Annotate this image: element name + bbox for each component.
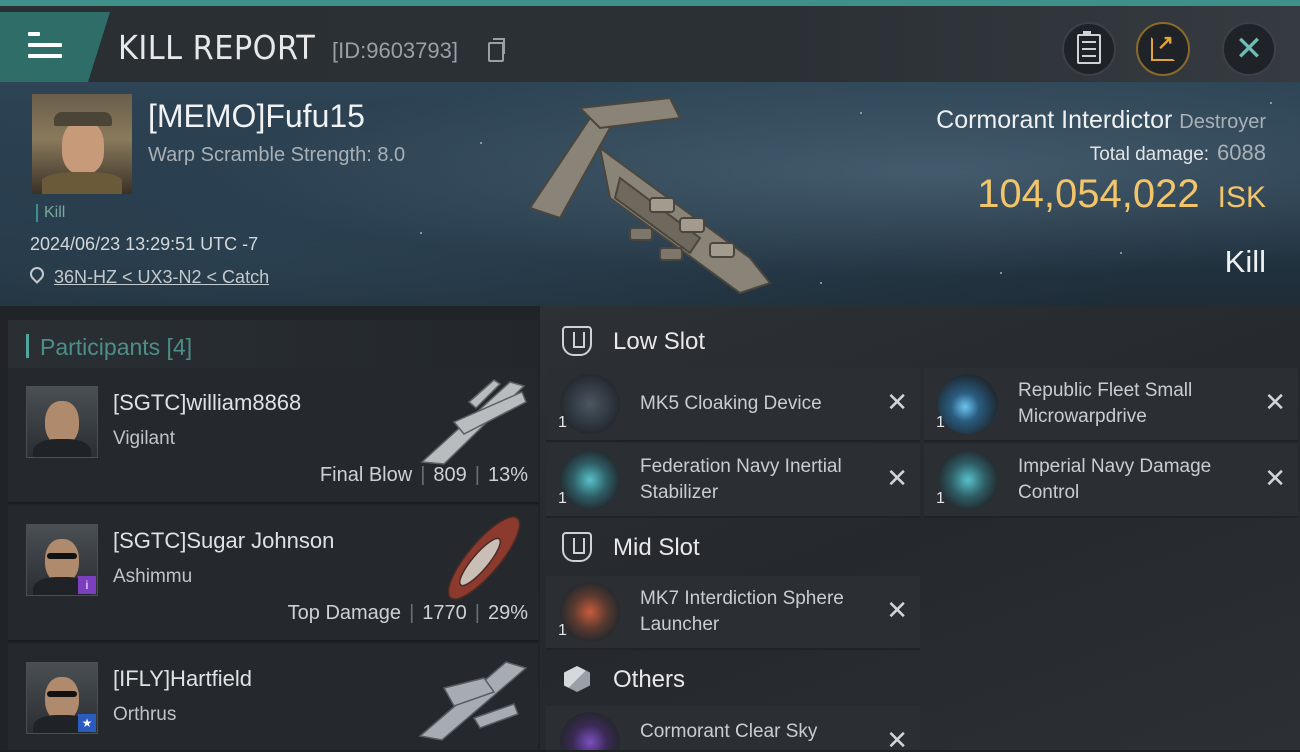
participant-stat-label: Top Damage: [287, 602, 402, 624]
module-close-icon[interactable]: ✕: [886, 388, 908, 418]
module-item[interactable]: 1 Imperial Navy Damage Control ✕: [924, 444, 1298, 518]
module-quantity: 1: [558, 490, 567, 507]
victim-name[interactable]: [MEMO]Fufu15: [148, 98, 365, 135]
module-name: MK7 Interdiction Sphere Launcher: [640, 588, 844, 635]
module-close-icon[interactable]: ✕: [886, 596, 908, 626]
ship-skin-icon: [560, 712, 620, 750]
participant-ship: Orthrus: [113, 704, 177, 725]
isk-value: 104,054,022 ISK: [977, 172, 1266, 217]
module-quantity: 1: [936, 414, 945, 431]
participant-row[interactable]: ★ [IFLY]Hartfield Orthrus: [8, 644, 538, 750]
participant-row[interactable]: i [SGTC]Sugar Johnson Ashimmu Top Damage…: [8, 506, 538, 642]
total-damage-label: Total damage:: [1089, 144, 1210, 165]
page-title: KILL REPORT: [118, 28, 316, 67]
participant-name[interactable]: [SGTC]Sugar Johnson: [113, 528, 334, 554]
result-label: Kill: [1224, 244, 1266, 279]
isk-unit: ISK: [1217, 181, 1266, 214]
participant-stats: Final Blow | 809 | 13%: [319, 464, 528, 486]
participant-stat-label: Final Blow: [319, 464, 413, 486]
participant-ship-image: [420, 379, 527, 465]
participant-name[interactable]: [SGTC]william8868: [113, 390, 301, 416]
participant-percent: 13%: [487, 464, 528, 486]
low-slot-icon: [562, 326, 592, 356]
cloaking-device-icon: [560, 374, 620, 434]
module-close-icon[interactable]: ✕: [1264, 464, 1286, 494]
module-close-icon[interactable]: ✕: [886, 726, 908, 750]
victim-ship: Cormorant Interdictor Destroyer: [936, 106, 1266, 135]
hamburger-menu-icon: [28, 32, 62, 65]
module-item[interactable]: Cormorant Clear Sky ✕: [546, 706, 920, 752]
module-name: Imperial Navy Damage Control: [1018, 456, 1212, 503]
module-item[interactable]: 1 MK5 Cloaking Device ✕: [546, 368, 920, 442]
participants-heading: Participants [4]: [40, 334, 193, 360]
star-badge: ★: [78, 714, 96, 732]
victim-ship-class: Destroyer: [1179, 111, 1266, 133]
mid-slot-header: Mid Slot: [546, 520, 920, 576]
menu-button[interactable]: [0, 12, 110, 82]
cube-icon: [564, 666, 590, 692]
location-pin-icon: [27, 264, 47, 284]
inertial-stabilizer-icon: [560, 450, 620, 510]
participant-ship-image: [418, 661, 528, 741]
mid-slot-label: Mid Slot: [613, 534, 700, 561]
participant-ship-image: [447, 516, 521, 600]
low-slot-header: Low Slot: [546, 314, 920, 370]
participant-percent: 29%: [487, 602, 528, 624]
module-item[interactable]: 1 Federation Navy Inertial Stabilizer ✕: [546, 444, 920, 518]
report-id: [ID:9603793]: [332, 38, 458, 63]
others-label: Others: [613, 666, 686, 693]
module-quantity: 1: [558, 622, 567, 639]
victim-ship-image: [528, 96, 772, 295]
participant-ship: Ashimmu: [113, 566, 193, 587]
victim-avatar[interactable]: [32, 94, 132, 194]
clipboard-icon: [1077, 31, 1101, 64]
close-button[interactable]: ✕: [1222, 22, 1276, 76]
module-quantity: 1: [936, 490, 945, 507]
module-name: Cormorant Clear Sky: [640, 721, 818, 742]
participants-panel: Participants [4] [SGTC]william8868 Vigil…: [0, 306, 540, 750]
participant-name[interactable]: [IFLY]Hartfield: [113, 666, 252, 692]
total-damage: Total damage: 6088: [1090, 140, 1266, 166]
participant-avatar[interactable]: [26, 386, 98, 458]
low-slot-label: Low Slot: [613, 328, 706, 355]
module-close-icon[interactable]: ✕: [886, 464, 908, 494]
participant-ship: Vigilant: [113, 428, 175, 449]
victim-detail: Warp Scramble Strength: 8.0: [148, 144, 406, 166]
victim-ship-name: Cormorant Interdictor: [936, 106, 1173, 134]
clipboard-button[interactable]: [1062, 22, 1116, 76]
module-name: MK5 Cloaking Device: [640, 393, 822, 414]
participant-row[interactable]: [SGTC]william8868 Vigilant Final Blow | 80…: [8, 368, 538, 504]
share-icon: [1151, 30, 1175, 61]
kill-datetime: 2024/06/23 13:29:51 UTC -7: [30, 234, 259, 254]
others-header: Others: [546, 652, 920, 708]
location-link[interactable]: 36N-HZ < UX3-N2 < Catch: [54, 267, 269, 287]
interdiction-launcher-icon: [560, 582, 620, 642]
kill-tag: Kill: [36, 204, 65, 222]
kill-location[interactable]: 36N-HZ < UX3-N2 < Catch: [27, 264, 269, 288]
mid-slot-icon: [562, 532, 592, 562]
participant-damage: 809: [433, 464, 467, 486]
damage-control-icon: [938, 450, 998, 510]
module-quantity: 1: [558, 414, 567, 431]
microwarpdrive-icon: [938, 374, 998, 434]
total-damage-value: 6088: [1217, 140, 1266, 165]
participant-stats: Top Damage | 1770 | 29%: [287, 602, 528, 624]
module-item[interactable]: 1 Republic Fleet Small Microwarpdrive ✕: [924, 368, 1298, 442]
isk-amount: 104,054,022: [977, 172, 1200, 216]
close-icon: ✕: [1234, 29, 1264, 69]
module-name: Republic Fleet Small Microwarpdrive: [1018, 380, 1193, 427]
share-button[interactable]: [1136, 22, 1190, 76]
module-close-icon[interactable]: ✕: [1264, 388, 1286, 418]
participants-header[interactable]: Participants [4]: [8, 320, 538, 370]
module-item[interactable]: 1 MK7 Interdiction Sphere Launcher ✕: [546, 576, 920, 650]
info-badge: i: [78, 576, 96, 594]
module-name: Federation Navy Inertial Stabilizer: [640, 456, 842, 503]
victim-banner: [MEMO]Fufu15 Warp Scramble Strength: 8.0…: [0, 82, 1300, 306]
participant-damage: 1770: [422, 602, 467, 624]
copy-icon[interactable]: [488, 38, 505, 62]
header-bar: KILL REPORT [ID:9603793] ✕: [0, 0, 1300, 82]
